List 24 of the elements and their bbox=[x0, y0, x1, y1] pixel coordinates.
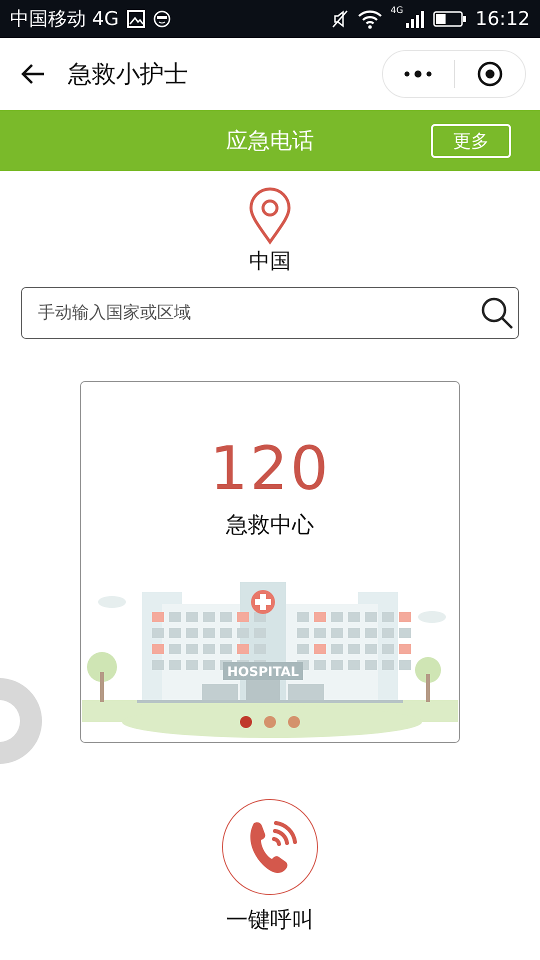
carrier-text: 中国移动 4G bbox=[10, 7, 119, 32]
target-icon bbox=[476, 61, 503, 87]
hospital-drawing: HOSPITAL bbox=[82, 572, 458, 742]
wifi-icon bbox=[356, 9, 383, 29]
emergency-number: 120 bbox=[210, 434, 330, 504]
search-icon[interactable] bbox=[480, 296, 514, 330]
signal-icon bbox=[405, 9, 426, 29]
page-title: 急救小护士 bbox=[68, 59, 188, 90]
clock-text: 16:12 bbox=[475, 8, 530, 30]
banner-title: 应急电话 bbox=[226, 128, 314, 156]
emergency-label: 急救中心 bbox=[226, 512, 314, 540]
more-button[interactable]: 更多 bbox=[431, 124, 511, 158]
network-text: 4G bbox=[390, 6, 404, 16]
mute-icon bbox=[330, 9, 349, 29]
search-field[interactable]: 手动输入国家或区域 bbox=[36, 302, 480, 324]
call-label: 一键呼叫 bbox=[226, 907, 314, 935]
more-icon bbox=[403, 70, 434, 78]
location-name: 中国 bbox=[249, 248, 291, 275]
search-bar[interactable]: 手动输入国家或区域 bbox=[21, 287, 519, 339]
battery-icon bbox=[433, 10, 468, 28]
location-pin-icon bbox=[248, 187, 292, 245]
back-icon[interactable] bbox=[20, 63, 46, 85]
smiley-icon bbox=[152, 10, 171, 28]
image-icon bbox=[126, 10, 145, 28]
